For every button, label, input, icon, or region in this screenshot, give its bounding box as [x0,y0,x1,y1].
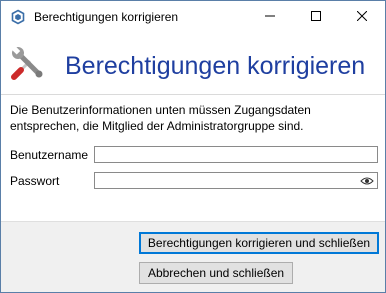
maximize-button[interactable] [293,1,339,32]
maximize-icon [311,10,321,24]
dialog-heading: Berechtigungen korrigieren [65,52,366,80]
button-bar: Berechtigungen korrigieren und schließen… [1,221,385,292]
title-bar[interactable]: Berechtigungen korrigieren [1,1,385,32]
fix-and-close-button[interactable]: Berechtigungen korrigieren und schließen [139,232,379,254]
window-title: Berechtigungen korrigieren [34,10,179,24]
minimize-button[interactable] [247,1,293,32]
description-text: Die Benutzerinformationen unten müssen Z… [10,103,311,133]
password-field[interactable] [94,172,378,189]
username-field[interactable] [94,146,378,163]
cancel-and-close-button[interactable]: Abbrechen und schließen [139,262,293,284]
dialog-header: Berechtigungen korrigieren [1,32,385,94]
close-button[interactable] [339,1,385,32]
close-icon [356,10,368,24]
dialog-window: Berechtigungen korrigieren Berechtigunge… [0,0,386,293]
tools-icon [10,45,46,81]
username-label: Benutzername [10,148,89,162]
app-logo-icon [10,9,26,25]
eye-icon[interactable] [359,174,375,187]
password-label: Passwort [10,174,60,188]
minimize-icon [265,10,275,24]
header-divider [1,94,385,95]
